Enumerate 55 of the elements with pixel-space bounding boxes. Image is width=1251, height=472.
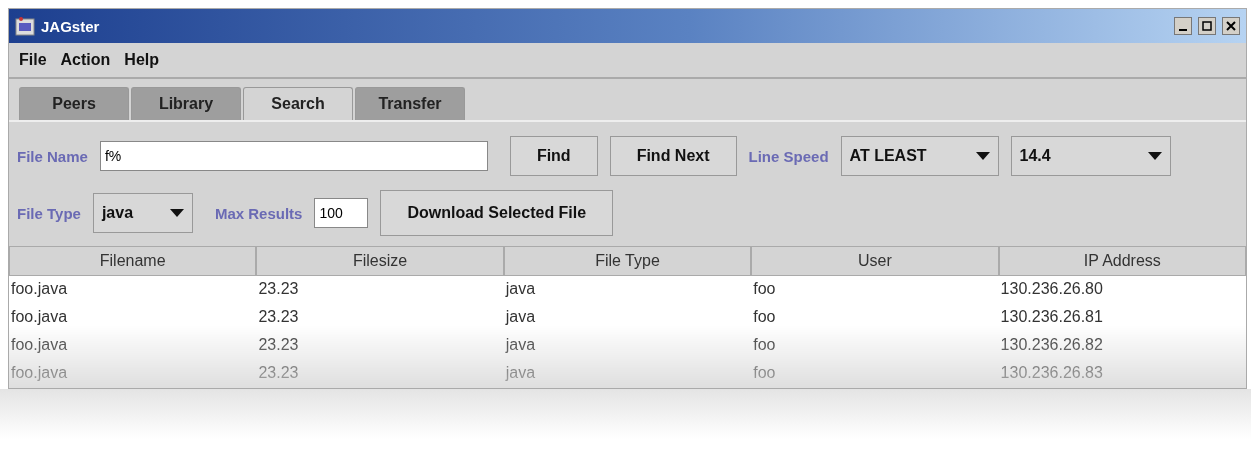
table-cell-text: foo.java: [10, 335, 69, 355]
find-button[interactable]: Find: [509, 136, 598, 176]
menu-item[interactable]: Action: [60, 51, 111, 69]
menu-item[interactable]: Help: [124, 51, 159, 69]
app-icon: [15, 16, 35, 36]
table-cell-text: 23.23: [257, 363, 300, 383]
table-cell-text: foo: [752, 335, 777, 355]
table-cell-text: foo.java: [10, 279, 69, 299]
line-speed-dropdown[interactable]: 14.4: [1010, 136, 1171, 176]
table-cell-text: java: [504, 279, 537, 299]
table-cell-text: foo.java: [10, 307, 69, 327]
field-label: Max Results: [214, 204, 303, 222]
table-cell-text: 23.23: [257, 279, 300, 299]
table-cell-text: foo: [752, 363, 777, 383]
menu-item[interactable]: File: [19, 51, 47, 69]
column-header[interactable]: Filesize: [256, 246, 504, 276]
table-cell-text: java: [504, 363, 537, 383]
close-button[interactable]: [1222, 17, 1240, 35]
close-icon: [1226, 21, 1236, 31]
table-cell-text: 130.236.26.80: [999, 279, 1104, 299]
dropdown-arrow-icon: [1147, 152, 1162, 160]
tab[interactable]: Library: [131, 87, 241, 120]
minimize-icon: [1179, 29, 1187, 31]
minimize-button[interactable]: [1174, 17, 1192, 35]
speed-mode-dropdown[interactable]: AT LEAST: [840, 136, 999, 176]
maximize-icon: [1202, 21, 1212, 31]
table-cell-text: 130.236.26.81: [999, 307, 1104, 327]
table-cell-text: 23.23: [257, 307, 300, 327]
table-cell-text: foo.java: [10, 363, 69, 383]
column-header[interactable]: User: [751, 246, 999, 276]
column-header[interactable]: Filename: [9, 246, 257, 276]
table-cell-text: foo: [752, 279, 777, 299]
table-cell-text: java: [504, 307, 537, 327]
tab[interactable]: Transfer: [355, 87, 465, 120]
tab[interactable]: Peers: [19, 87, 129, 120]
field-label: File Name: [17, 147, 88, 165]
maximize-button[interactable]: [1198, 17, 1216, 35]
table-cell-text: java: [504, 335, 537, 355]
find-next-button[interactable]: Find Next: [609, 136, 737, 176]
file-type-dropdown[interactable]: java: [92, 193, 193, 233]
dropdown-arrow-icon: [975, 152, 990, 160]
field-label: Line Speed: [748, 147, 829, 165]
table-cell-text: 130.236.26.82: [999, 335, 1104, 355]
tab[interactable]: Search: [243, 87, 353, 120]
column-header[interactable]: File Type: [503, 246, 752, 276]
download-button[interactable]: Download Selected File: [380, 190, 614, 236]
table-cell-text: 23.23: [257, 335, 300, 355]
dropdown-arrow-icon: [169, 209, 184, 217]
table-cell-text: foo: [752, 307, 777, 327]
window-title: JAGster: [41, 17, 101, 35]
max-results-field[interactable]: 100: [314, 198, 369, 228]
table-cell-text: 130.236.26.83: [999, 363, 1104, 383]
column-header[interactable]: IP Address: [998, 246, 1246, 276]
field-label: File Type: [17, 204, 81, 222]
file-name-field[interactable]: f%: [99, 141, 488, 171]
